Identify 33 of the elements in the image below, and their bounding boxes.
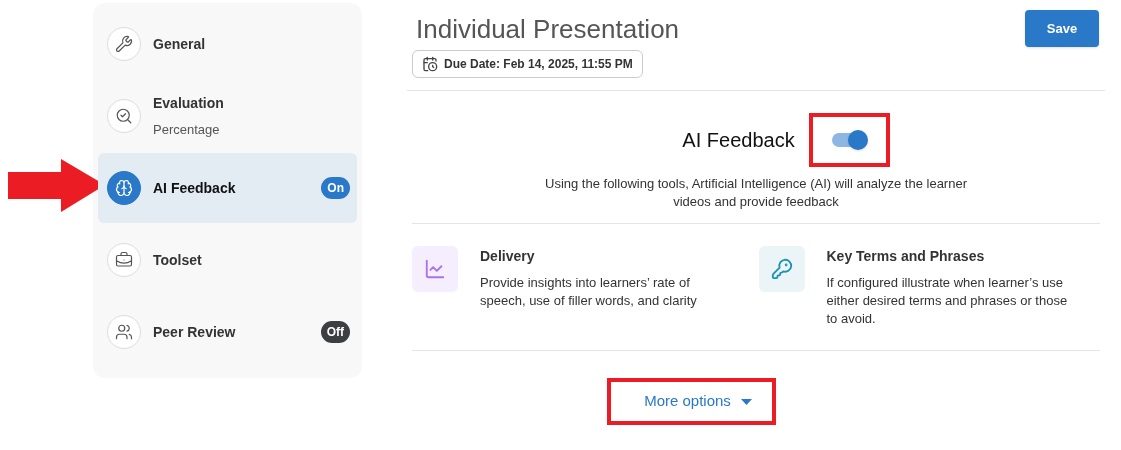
sidebar-item[interactable]: General	[98, 9, 357, 79]
section-title: AI Feedback	[682, 128, 795, 153]
page-title: Individual Presentation	[416, 13, 680, 46]
item-label: AI Feedback	[153, 178, 237, 198]
sidebar-item[interactable]: Toolset	[98, 225, 357, 295]
more-options-button[interactable]: More options	[644, 390, 752, 413]
item-label: Peer Review	[153, 322, 237, 342]
item-subtitle: Percentage	[153, 120, 221, 139]
due-date-text: Due Date: Feb 14, 2025, 11:55 PM	[444, 56, 633, 73]
key-icon	[758, 246, 805, 292]
calendar-icon	[422, 56, 438, 72]
toggle-switch[interactable]	[832, 133, 867, 147]
magnifier-icon	[107, 99, 141, 133]
tool-title: Key Terms and Phrases	[826, 247, 986, 266]
item-label: General	[153, 34, 207, 54]
tool-description: Provide insights into learners’ rate of speech, use of filler words, and clarity	[480, 274, 698, 310]
sidebar-item[interactable]: AI Feedback On	[98, 153, 357, 223]
item-label: Evaluation	[153, 93, 225, 113]
toolbox-icon	[107, 243, 141, 277]
line-chart-icon	[412, 246, 458, 292]
sidebar-item[interactable]: Evaluation Percentage	[98, 81, 357, 151]
brain-icon	[107, 171, 141, 205]
tool-description: If configured illustrate when learner’s use either desired terms and phrases or those to avoid.	[826, 274, 1069, 328]
save-button[interactable]: Save	[1025, 10, 1099, 47]
people-icon	[107, 315, 141, 349]
sidebar-item[interactable]: Peer Review Off	[98, 297, 357, 367]
wrench-icon	[107, 27, 141, 61]
status-badge: On	[321, 177, 350, 199]
status-badge: Off	[320, 321, 350, 343]
caret-icon	[740, 398, 752, 405]
item-label: Toolset	[153, 250, 203, 270]
tool-title: Delivery	[480, 247, 536, 266]
description-text: Using the following tools, Artificial Intelligence (AI) will analyze the learner videos and provide feedback	[544, 175, 968, 211]
